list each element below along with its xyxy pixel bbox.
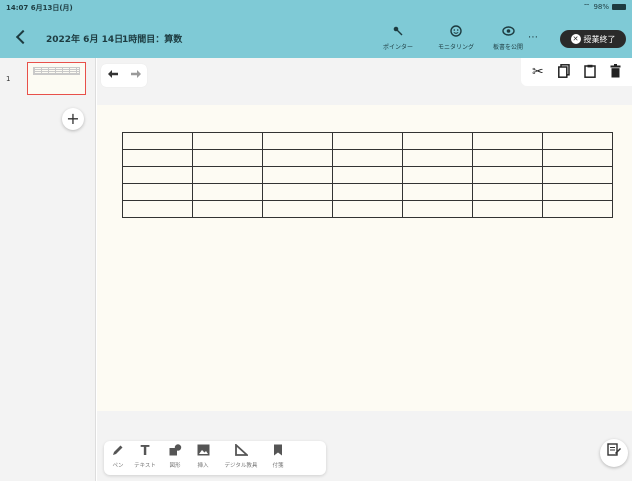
undo-redo-group bbox=[101, 64, 147, 87]
page-thumbnail-panel: 1 + bbox=[0, 58, 96, 481]
battery-percent: 98% bbox=[593, 3, 609, 11]
close-icon: ✕ bbox=[570, 34, 581, 44]
copy-icon[interactable] bbox=[557, 63, 570, 81]
face-icon bbox=[426, 25, 486, 39]
tool-pen[interactable]: ペン bbox=[108, 444, 128, 469]
lesson-period: 1時間目：算数 bbox=[122, 35, 183, 45]
notes-button[interactable] bbox=[600, 439, 628, 467]
tool-sticky-note[interactable]: 付箋 bbox=[266, 444, 290, 469]
pointer-button[interactable]: ポインター bbox=[368, 25, 428, 53]
header-bar: 14:07 6月13日(月) ⌔ 98% 2022年 6月 14日 1時間目：算… bbox=[0, 0, 632, 58]
tool-sticky-note-label: 付箋 bbox=[272, 463, 284, 469]
status-clock: 14:07 bbox=[6, 4, 29, 12]
main-board-area: ✂ ペン T テキスト 図形 挿入 デジタル教具 付箋 bbox=[97, 58, 632, 481]
edit-actions-group: ✂ bbox=[521, 58, 632, 86]
tool-text-label: テキスト bbox=[134, 463, 156, 469]
monitoring-label: モニタリング bbox=[437, 44, 474, 51]
status-time: 14:07 6月13日(月) bbox=[6, 3, 73, 13]
status-date: 6月13日(月) bbox=[30, 4, 73, 12]
tool-shape[interactable]: 図形 bbox=[162, 444, 188, 469]
tool-digital-teaching[interactable]: デジタル教具 bbox=[218, 442, 264, 469]
page-thumbnail-selected[interactable] bbox=[27, 62, 86, 95]
undo-icon[interactable] bbox=[107, 69, 119, 82]
cut-icon[interactable]: ✂ bbox=[532, 65, 544, 79]
drawing-toolbar: ペン T テキスト 図形 挿入 デジタル教具 付箋 bbox=[104, 441, 326, 475]
whiteboard-canvas[interactable] bbox=[97, 105, 632, 411]
pen-icon bbox=[108, 444, 128, 460]
pointer-label: ポインター bbox=[382, 44, 413, 51]
paste-icon[interactable] bbox=[584, 64, 596, 81]
end-class-label: 授業終了 bbox=[583, 34, 616, 44]
publish-board-label: 板書を公開 bbox=[492, 44, 523, 51]
add-page-button[interactable]: + bbox=[62, 108, 84, 130]
more-menu-button[interactable]: ⋯ bbox=[528, 32, 539, 43]
monitoring-button[interactable]: モニタリング bbox=[426, 25, 486, 53]
status-right: ⌔ 98% bbox=[583, 2, 626, 12]
battery-icon bbox=[612, 4, 626, 10]
shape-icon bbox=[162, 444, 188, 460]
notepad-icon bbox=[607, 443, 621, 460]
tool-shape-label: 図形 bbox=[169, 463, 181, 469]
pointer-icon bbox=[368, 25, 428, 39]
lesson-date: 2022年 6月 14日 bbox=[46, 35, 124, 45]
tool-insert-label: 挿入 bbox=[197, 463, 209, 469]
text-icon: T bbox=[140, 444, 150, 459]
tool-pen-label: ペン bbox=[112, 463, 124, 469]
tool-insert[interactable]: 挿入 bbox=[190, 444, 216, 469]
redo-icon[interactable] bbox=[130, 69, 142, 82]
thumbnail-preview bbox=[33, 67, 80, 75]
drawn-grid-table bbox=[122, 132, 613, 218]
ruler-icon bbox=[218, 442, 264, 460]
wifi-icon: ⌔ bbox=[582, 2, 591, 11]
end-class-button[interactable]: ✕ 授業終了 bbox=[560, 30, 626, 48]
image-icon bbox=[190, 444, 216, 460]
delete-icon[interactable] bbox=[610, 63, 621, 81]
bookmark-icon bbox=[266, 444, 290, 460]
tool-digital-teaching-label: デジタル教具 bbox=[224, 463, 258, 469]
back-button[interactable] bbox=[14, 29, 30, 45]
tool-text[interactable]: T テキスト bbox=[130, 444, 160, 469]
page-number: 1 bbox=[6, 75, 11, 83]
